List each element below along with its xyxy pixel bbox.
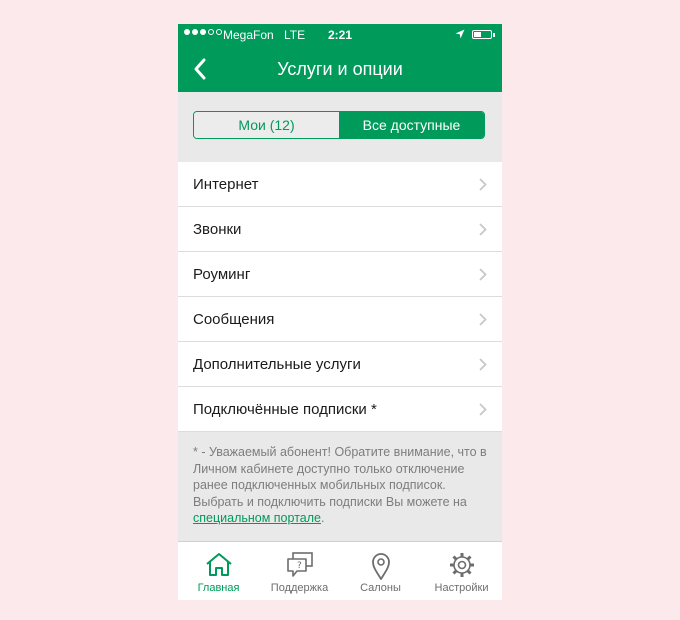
location-arrow-icon	[455, 29, 465, 39]
svg-text:?: ?	[297, 561, 302, 571]
tab-label: Салоны	[360, 582, 401, 594]
list-item-internet[interactable]: Интернет	[178, 162, 502, 207]
segment-my[interactable]: Мои (12)	[194, 112, 339, 138]
page-title: Услуги и опции	[277, 59, 403, 79]
chevron-right-icon	[479, 223, 487, 236]
phone-screen: MegaFon LTE 2:21 Услуги и опции Мои (12)…	[178, 24, 502, 600]
tab-salons[interactable]: Салоны	[340, 542, 421, 600]
list-item-label: Подключённые подписки *	[193, 401, 377, 418]
list-item-messages[interactable]: Сообщения	[178, 297, 502, 342]
list-item-label: Звонки	[193, 221, 242, 238]
list-item-label: Сообщения	[193, 311, 275, 328]
signal-dot	[200, 29, 206, 35]
portal-link[interactable]: специальном портале	[193, 511, 321, 525]
signal-strength-icon	[184, 29, 222, 35]
tab-bar: Главная ? Поддержка Салоны Настройки	[178, 541, 502, 600]
gear-icon	[449, 553, 474, 577]
battery-tip	[493, 33, 495, 37]
list-item-label: Роуминг	[193, 266, 251, 283]
tab-support[interactable]: ? Поддержка	[259, 542, 340, 600]
list-item-roaming[interactable]: Роуминг	[178, 252, 502, 297]
chevron-right-icon	[479, 313, 487, 326]
carrier-name: MegaFon	[223, 28, 274, 42]
battery-icon	[472, 30, 492, 39]
chevron-right-icon	[479, 358, 487, 371]
status-time: 2:21	[328, 28, 353, 42]
subscription-note: * - Уважаемый абонент! Обратите внимание…	[193, 444, 491, 527]
chevron-right-icon	[479, 403, 487, 416]
list-item-label: Интернет	[193, 176, 259, 193]
tab-label: Главная	[197, 582, 240, 594]
map-pin-icon	[371, 553, 390, 580]
battery-level	[474, 32, 481, 37]
signal-dot	[216, 29, 222, 35]
chevron-right-icon	[479, 178, 487, 191]
tab-home[interactable]: Главная	[178, 542, 259, 600]
network-type: LTE	[284, 28, 306, 42]
signal-dot	[208, 29, 214, 35]
list-item-calls[interactable]: Звонки	[178, 207, 502, 252]
list-item-subscriptions[interactable]: Подключённые подписки *	[178, 387, 502, 432]
support-chat-icon: ?	[286, 552, 313, 577]
note-suffix: .	[320, 511, 325, 525]
home-icon	[205, 553, 232, 576]
services-list: Интернет Звонки Роуминг Сообщения Дополн…	[178, 162, 502, 432]
chevron-right-icon	[479, 268, 487, 281]
signal-dot	[192, 29, 198, 35]
nav-bar: Услуги и опции	[178, 46, 502, 92]
note-text: * - Уважаемый абонент! Обратите внимание…	[193, 445, 487, 509]
back-button[interactable]	[186, 54, 216, 84]
list-item-additional-services[interactable]: Дополнительные услуги	[178, 342, 502, 387]
chevron-left-icon	[194, 58, 206, 80]
segment-all-available[interactable]: Все доступные	[339, 112, 484, 138]
tab-label: Поддержка	[270, 582, 329, 594]
list-item-label: Дополнительные услуги	[193, 356, 361, 373]
segment-area: Мои (12) Все доступные	[178, 92, 502, 162]
tab-settings[interactable]: Настройки	[421, 542, 502, 600]
segmented-control: Мои (12) Все доступные	[193, 111, 485, 139]
tab-label: Настройки	[434, 582, 489, 594]
signal-dot	[184, 29, 190, 35]
status-bar: MegaFon LTE 2:21	[178, 24, 502, 46]
